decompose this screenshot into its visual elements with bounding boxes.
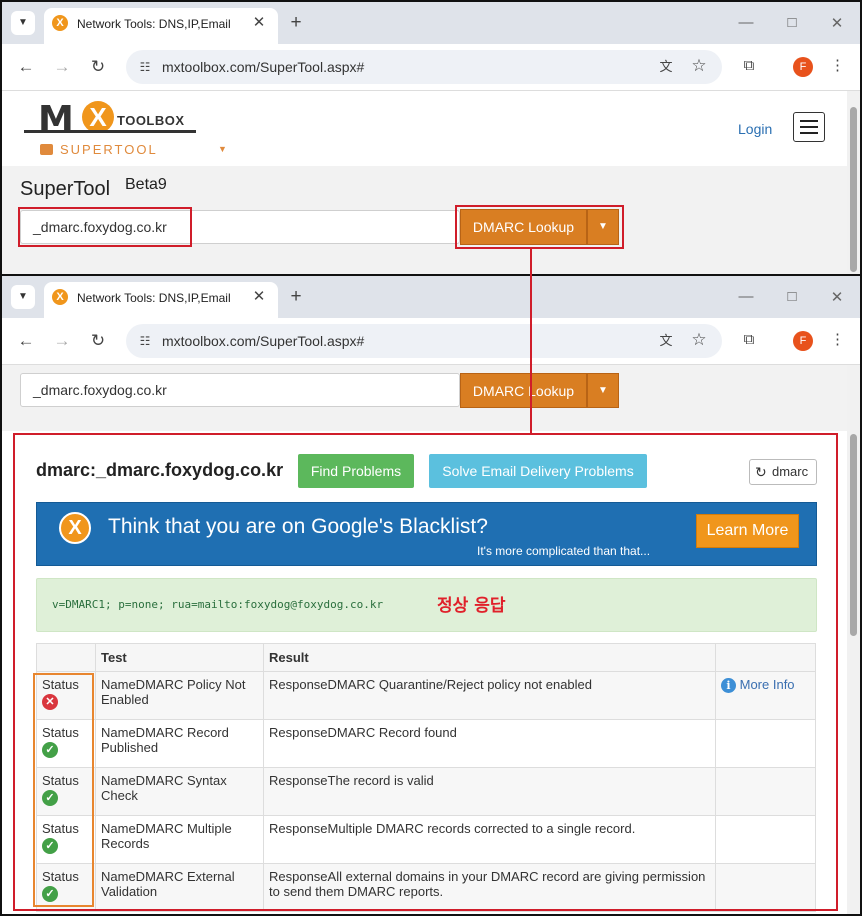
menu-dots-icon[interactable]: ⋮ (830, 331, 845, 349)
tab-close-icon[interactable]: ✕ (250, 288, 268, 306)
reload-icon[interactable]: ↻ (88, 58, 108, 76)
tab-search-button[interactable]: ▼ (11, 285, 35, 309)
logo-x-mark: X (82, 101, 114, 133)
close-window-icon[interactable]: ✕ (827, 14, 847, 32)
extensions-icon[interactable]: ⧉ (739, 331, 759, 349)
mxtoolbox-favicon: X (52, 15, 68, 31)
page-title-beta: Beta9 (125, 176, 167, 193)
maximize-icon[interactable]: □ (782, 14, 802, 31)
domain-search-input[interactable]: _dmarc.foxydog.co.kr (20, 373, 460, 407)
logo-text: TOOLBOX (117, 113, 185, 128)
forward-icon[interactable]: → (52, 58, 72, 76)
supertool-caret-icon[interactable]: ▼ (218, 144, 227, 154)
menu-dots-icon[interactable]: ⋮ (830, 57, 845, 75)
back-icon[interactable]: ← (16, 58, 36, 76)
close-window-icon[interactable]: ✕ (827, 288, 847, 306)
bottom-browser-window: ▼ X Network Tools: DNS,IP,Email ✕ + — □ … (0, 276, 862, 916)
supertool-label[interactable]: SUPERTOOL (60, 142, 158, 157)
results-highlight-box (13, 433, 838, 911)
tab-search-button[interactable]: ▼ (11, 11, 35, 35)
top-browser-window: ▼ X Network Tools: DNS,IP,Email ✕ + — □ … (0, 0, 862, 276)
logo-underline (24, 130, 196, 133)
input-highlight-box (18, 207, 192, 247)
supertool-icon (40, 144, 53, 155)
back-icon[interactable]: ← (16, 332, 36, 350)
address-text[interactable]: mxtoolbox.com/SuperTool.aspx# (162, 333, 364, 349)
logo-mx-mark: M (38, 99, 74, 140)
minimize-icon[interactable]: — (736, 288, 756, 305)
lookup-dropdown-button[interactable]: ▼ (587, 373, 619, 408)
bookmark-star-icon[interactable]: ☆ (689, 57, 709, 75)
tab-close-icon[interactable]: ✕ (250, 14, 268, 32)
site-info-icon[interactable]: ☷ (136, 58, 154, 76)
reload-icon[interactable]: ↻ (88, 332, 108, 350)
profile-avatar[interactable]: F (793, 331, 813, 351)
button-highlight-box (455, 205, 624, 249)
minimize-icon[interactable]: — (736, 14, 756, 31)
tab-title: Network Tools: DNS,IP,Email (77, 17, 231, 31)
extensions-icon[interactable]: ⧉ (739, 57, 759, 75)
new-tab-icon[interactable]: + (286, 13, 306, 32)
top-scrollbar-thumb[interactable] (850, 107, 857, 272)
translate-icon[interactable]: 文 (656, 58, 676, 76)
forward-icon[interactable]: → (52, 332, 72, 350)
maximize-icon[interactable]: □ (782, 288, 802, 305)
address-text[interactable]: mxtoolbox.com/SuperTool.aspx# (162, 59, 364, 75)
profile-avatar[interactable]: F (793, 57, 813, 77)
tab-title: Network Tools: DNS,IP,Email (77, 291, 231, 305)
site-info-icon[interactable]: ☷ (136, 332, 154, 350)
new-tab-icon[interactable]: + (286, 287, 306, 306)
bottom-scrollbar-thumb[interactable] (850, 434, 857, 636)
translate-icon[interactable]: 文 (656, 332, 676, 350)
login-link[interactable]: Login (738, 121, 772, 137)
page-title: SuperTool (20, 178, 111, 200)
annotation-connector-line (530, 247, 532, 433)
mxtoolbox-favicon: X (52, 289, 68, 305)
bookmark-star-icon[interactable]: ☆ (689, 331, 709, 349)
dmarc-lookup-button[interactable]: DMARC Lookup (460, 373, 587, 408)
hamburger-menu-button[interactable] (793, 112, 825, 142)
